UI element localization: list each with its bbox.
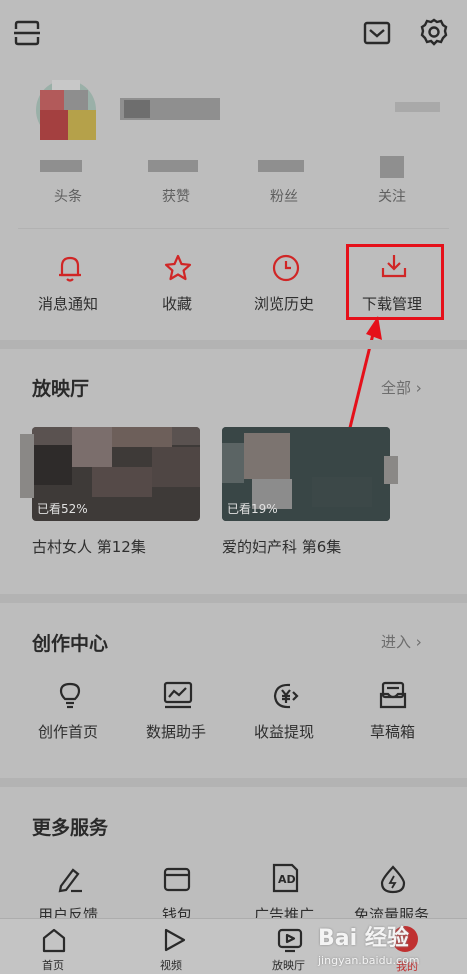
divider <box>18 228 449 229</box>
quick-action-history[interactable]: 浏览历史 <box>254 293 314 314</box>
creator-home[interactable]: 创作首页 <box>38 721 98 742</box>
watched-badge: 已看19% <box>227 502 278 516</box>
creator-drafts[interactable]: 草稿箱 <box>370 721 415 742</box>
profile-extra-blur <box>395 102 440 112</box>
wallet-icon[interactable] <box>162 864 192 894</box>
stat-label-following[interactable]: 关注 <box>378 186 406 206</box>
highlight-box <box>346 244 444 320</box>
watermark: Bai 经验 jingyan.baidu.com <box>318 920 458 972</box>
yuan-coin-icon[interactable] <box>270 680 302 712</box>
pen-icon[interactable] <box>55 864 85 894</box>
section-separator <box>0 594 467 603</box>
stat-label-likes[interactable]: 获赞 <box>162 186 190 206</box>
section-separator <box>0 778 467 787</box>
scan-icon[interactable] <box>12 18 42 48</box>
section-separator <box>0 340 467 349</box>
play-icon[interactable] <box>160 926 188 954</box>
watermark-url: jingyan.baidu.com <box>318 954 420 967</box>
creator-earnings-withdraw[interactable]: 收益提现 <box>254 721 314 742</box>
tv-play-icon[interactable] <box>276 926 304 954</box>
video-card[interactable]: 已看52% <box>32 427 200 521</box>
drop-icon[interactable] <box>378 864 408 894</box>
creator-title: 创作中心 <box>32 633 109 655</box>
nav-video-label[interactable]: 视频 <box>160 957 182 973</box>
stat-number-blur <box>258 160 304 172</box>
chart-icon[interactable] <box>162 680 194 710</box>
video-title[interactable]: 爱的妇产科 第6集 <box>222 536 341 557</box>
stat-number-blur <box>380 156 404 178</box>
quick-action-notifications[interactable]: 消息通知 <box>38 293 98 314</box>
nav-home-label[interactable]: 首页 <box>42 957 64 973</box>
home-icon[interactable] <box>40 926 68 954</box>
stat-label-headlines[interactable]: 头条 <box>54 186 82 206</box>
username-blur-dark <box>124 100 150 118</box>
creator-enter-link[interactable]: 进入 › <box>381 631 422 652</box>
video-card[interactable]: 已看19% <box>222 427 390 521</box>
gear-icon[interactable] <box>419 17 449 47</box>
avatar[interactable] <box>30 76 102 148</box>
quick-action-favorites[interactable]: 收藏 <box>162 293 192 314</box>
stat-number-blur <box>40 160 82 172</box>
stat-label-fans[interactable]: 粉丝 <box>270 186 298 206</box>
services-title: 更多服务 <box>32 817 109 839</box>
video-card-pixel-edge <box>384 456 398 484</box>
theater-title: 放映厅 <box>32 378 90 400</box>
nav-theater-label[interactable]: 放映厅 <box>272 957 305 973</box>
theater-more-link[interactable]: 全部 › <box>381 377 422 398</box>
ad-icon[interactable]: AD <box>270 862 300 894</box>
draft-box-icon[interactable] <box>378 680 408 710</box>
video-title[interactable]: 古村女人 第12集 <box>32 536 146 557</box>
bell-icon[interactable] <box>54 252 86 284</box>
svg-text:AD: AD <box>278 873 296 886</box>
star-icon[interactable] <box>162 252 194 284</box>
video-card-pixel-edge <box>20 434 34 498</box>
clock-icon[interactable] <box>270 252 302 284</box>
watched-badge: 已看52% <box>37 502 88 516</box>
bulb-icon[interactable] <box>55 680 85 710</box>
mail-icon[interactable] <box>362 18 392 48</box>
creator-data-assistant[interactable]: 数据助手 <box>146 721 206 742</box>
stat-number-blur <box>148 160 198 172</box>
watermark-text: Bai 经验 <box>318 926 409 951</box>
